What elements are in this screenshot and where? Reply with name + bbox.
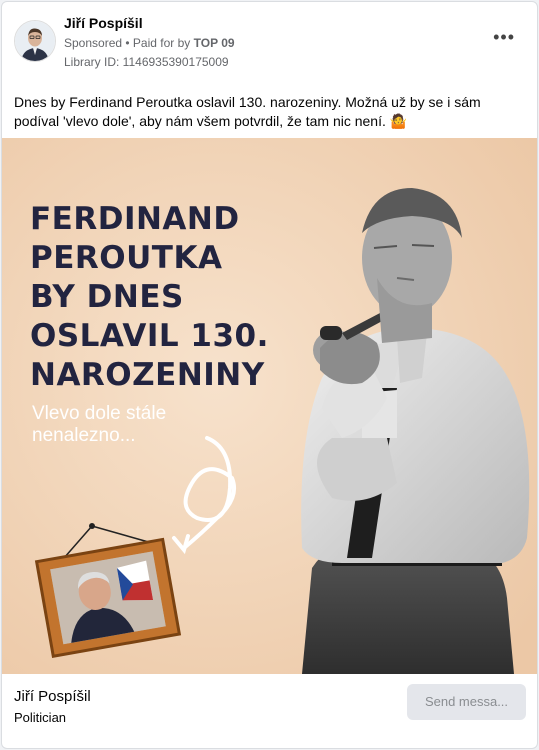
headline-line-1: FERDINAND: [30, 201, 240, 237]
author-name[interactable]: Jiří Pospíšil: [64, 15, 143, 31]
author-avatar[interactable]: [14, 20, 56, 62]
footer-page-name[interactable]: Jiří Pospíšil: [14, 688, 91, 705]
footer-category: Politician: [14, 710, 67, 725]
more-options-icon[interactable]: •••: [493, 28, 515, 46]
payer-name[interactable]: TOP 09: [194, 36, 235, 50]
sponsored-line: Sponsored • Paid for by TOP 09: [64, 36, 235, 50]
subline-line-1: Vlevo dole stále: [32, 403, 167, 424]
ad-card: Jiří Pospíšil Sponsored • Paid for by TO…: [1, 1, 538, 749]
headline-line-4: OSLAVIL 130.: [30, 318, 269, 354]
send-message-button[interactable]: Send messa...: [407, 684, 526, 720]
headline-line-2: PEROUTKA: [30, 240, 223, 276]
subline-line-2: nenalezno...: [32, 425, 136, 446]
headline-line-3: BY DNES: [30, 279, 184, 315]
paid-for-label: • Paid for by: [125, 36, 191, 50]
avatar-image: [15, 21, 55, 61]
headline-line-5: NAROZENINY: [30, 357, 265, 393]
post-text: Dnes by Ferdinand Peroutka oslavil 130. …: [14, 94, 481, 129]
ad-subline: Vlevo dole stále nenalezno...: [32, 403, 166, 447]
sponsored-label: Sponsored: [64, 36, 123, 50]
ad-headline: FERDINAND PEROUTKA BY DNES OSLAVIL 130. …: [30, 200, 269, 395]
ad-image[interactable]: FERDINAND PEROUTKA BY DNES OSLAVIL 130. …: [2, 138, 537, 674]
library-id: Library ID: 1146935390175009: [64, 55, 229, 69]
